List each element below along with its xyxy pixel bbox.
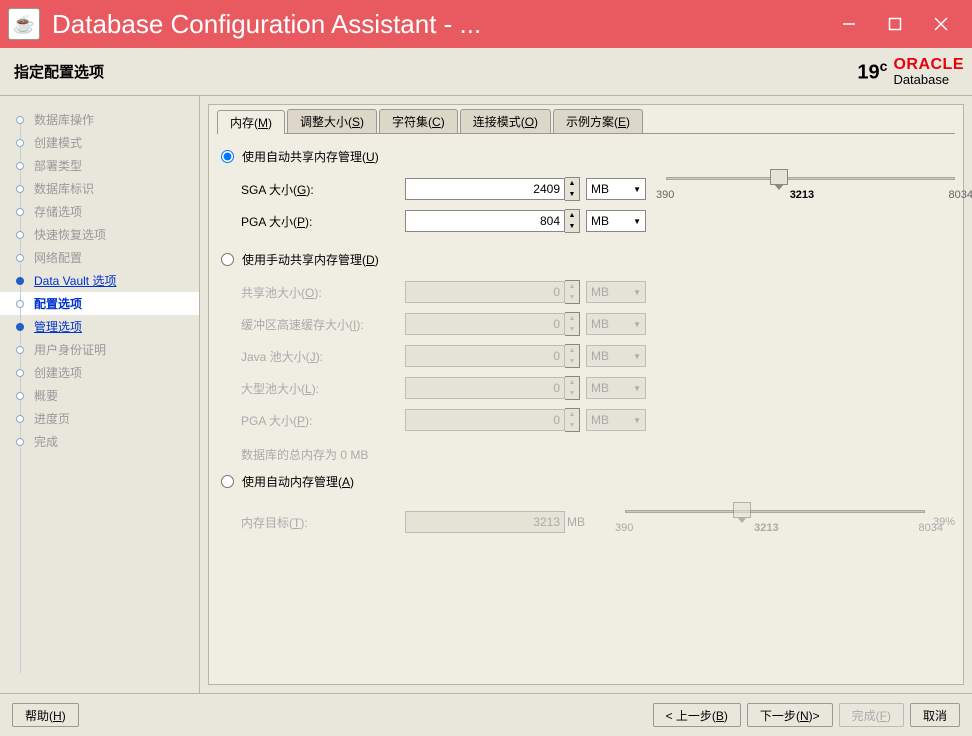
- auto-shared-radio[interactable]: [221, 150, 234, 163]
- wizard-step-8[interactable]: 配置选项: [0, 292, 199, 315]
- close-button[interactable]: [918, 0, 964, 48]
- wizard-step-13: 进度页: [0, 407, 199, 430]
- page-heading: 指定配置选项: [14, 61, 857, 82]
- auto-mem-radio-row[interactable]: 使用自动内存管理(A): [217, 469, 955, 498]
- finish-button: 完成(F): [839, 703, 904, 727]
- java_pool-row: Java 池大小(J): ▲▼ MB: [217, 340, 955, 372]
- auto-mem-radio[interactable]: [221, 475, 234, 488]
- shared_pool-unit: MB: [586, 281, 646, 303]
- sga-slider[interactable]: 3908034 3213: [666, 169, 955, 209]
- window-title: Database Configuration Assistant - ...: [52, 9, 826, 40]
- wizard-step-7[interactable]: Data Vault 选项: [0, 269, 199, 292]
- buffer_cache-row: 缓冲区高速缓存大小(I): ▲▼ MB: [217, 308, 955, 340]
- buffer_cache-unit: MB: [586, 313, 646, 335]
- large_pool-unit: MB: [586, 377, 646, 399]
- manual-shared-radio[interactable]: [221, 253, 234, 266]
- manual-shared-label: 使用手动共享内存管理(D): [242, 251, 379, 268]
- wizard-step-4: 存储选项: [0, 200, 199, 223]
- tab-0[interactable]: 内存(M): [217, 110, 285, 134]
- mid-row: 数据库操作创建模式部署类型数据库标识存储选项快速恢复选项网络配置Data Vau…: [0, 96, 972, 694]
- java_pool-label: Java 池大小(J):: [241, 348, 405, 365]
- minimize-button[interactable]: [826, 0, 872, 48]
- titlebar: ☕ Database Configuration Assistant - ...: [0, 0, 972, 48]
- footer: 帮助(H) < 上一步(B) 下一步(N)> 完成(F) 取消: [0, 694, 972, 736]
- cancel-button[interactable]: 取消: [910, 703, 960, 727]
- wizard-step-5: 快速恢复选项: [0, 223, 199, 246]
- pga-input[interactable]: [405, 210, 565, 232]
- heading-row: 指定配置选项 19c ORACLE Database: [0, 48, 972, 96]
- mem-target-slider: 3908034 3213: [625, 502, 925, 542]
- shared_pool-spinner: ▲▼: [565, 280, 580, 304]
- total-memory-text: 数据库的总内存为 0 MB: [217, 436, 955, 469]
- auto-shared-label: 使用自动共享内存管理(U): [242, 148, 379, 165]
- large_pool-row: 大型池大小(L): ▲▼ MB: [217, 372, 955, 404]
- java_pool-spinner: ▲▼: [565, 344, 580, 368]
- shared_pool-label: 共享池大小(O):: [241, 284, 405, 301]
- sga-input[interactable]: [405, 178, 565, 200]
- wizard-step-6: 网络配置: [0, 246, 199, 269]
- content-area: 指定配置选项 19c ORACLE Database 数据库操作创建模式部署类型…: [0, 48, 972, 736]
- main-panel: 内存(M)调整大小(S)字符集(C)连接模式(O)示例方案(E) 使用自动共享内…: [200, 96, 972, 693]
- tab-3[interactable]: 连接模式(O): [460, 109, 551, 133]
- auto-mem-label: 使用自动内存管理(A): [242, 473, 354, 490]
- maximize-button[interactable]: [872, 0, 918, 48]
- pga2-spinner: ▲▼: [565, 408, 580, 432]
- next-button[interactable]: 下一步(N)>: [747, 703, 833, 727]
- tabs: 内存(M)调整大小(S)字符集(C)连接模式(O)示例方案(E): [217, 109, 955, 134]
- large_pool-spinner: ▲▼: [565, 376, 580, 400]
- mem-target-input: [405, 511, 565, 533]
- pga-unit-select[interactable]: MB: [586, 210, 646, 232]
- java-app-icon: ☕: [8, 8, 40, 40]
- wizard-step-1: 创建模式: [0, 131, 199, 154]
- tab-2[interactable]: 字符集(C): [379, 109, 458, 133]
- buffer_cache-label: 缓冲区高速缓存大小(I):: [241, 316, 405, 333]
- wizard-step-14: 完成: [0, 430, 199, 453]
- mem-target-unit: MB: [567, 515, 585, 529]
- pga2-row: PGA 大小(P): ▲▼ MB: [217, 404, 955, 436]
- wizard-step-9[interactable]: 管理选项: [0, 315, 199, 338]
- java_pool-unit: MB: [586, 345, 646, 367]
- shared_pool-row: 共享池大小(O): ▲▼ MB: [217, 276, 955, 308]
- pga-label: PGA 大小(P):: [241, 213, 405, 230]
- back-button[interactable]: < 上一步(B): [653, 703, 741, 727]
- tab-4[interactable]: 示例方案(E): [553, 109, 643, 133]
- wizard-step-0: 数据库操作: [0, 108, 199, 131]
- wizard-step-10: 用户身份证明: [0, 338, 199, 361]
- pga2-unit: MB: [586, 409, 646, 431]
- manual-shared-radio-row[interactable]: 使用手动共享内存管理(D): [217, 247, 955, 276]
- pga-spinner[interactable]: ▲▼: [565, 209, 580, 233]
- oracle-logo: 19c ORACLE Database: [857, 56, 964, 87]
- sga-spinner[interactable]: ▲▼: [565, 177, 580, 201]
- pga2-label: PGA 大小(P):: [241, 412, 405, 429]
- help-button[interactable]: 帮助(H): [12, 703, 79, 727]
- wizard-step-11: 创建选项: [0, 361, 199, 384]
- wizard-step-2: 部署类型: [0, 154, 199, 177]
- large_pool-label: 大型池大小(L):: [241, 380, 405, 397]
- pga2-input: [405, 409, 565, 431]
- sga-label: SGA 大小(G):: [241, 181, 405, 198]
- buffer_cache-spinner: ▲▼: [565, 312, 580, 336]
- java_pool-input: [405, 345, 565, 367]
- mem-target-row: 内存目标(T): MB 3908034 3213 39%: [217, 498, 955, 546]
- tab-1[interactable]: 调整大小(S): [287, 109, 377, 133]
- shared_pool-input: [405, 281, 565, 303]
- wizard-steps-sidebar: 数据库操作创建模式部署类型数据库标识存储选项快速恢复选项网络配置Data Vau…: [0, 96, 200, 693]
- buffer_cache-input: [405, 313, 565, 335]
- memory-config-panel: 内存(M)调整大小(S)字符集(C)连接模式(O)示例方案(E) 使用自动共享内…: [208, 104, 964, 685]
- pga-row: PGA 大小(P): ▲▼ MB: [217, 205, 955, 237]
- mem-target-label: 内存目标(T):: [241, 514, 405, 531]
- wizard-step-12: 概要: [0, 384, 199, 407]
- large_pool-input: [405, 377, 565, 399]
- sga-unit-select[interactable]: MB: [586, 178, 646, 200]
- wizard-step-3: 数据库标识: [0, 177, 199, 200]
- sga-row: SGA 大小(G): ▲▼ MB 3908034 3213: [217, 173, 955, 205]
